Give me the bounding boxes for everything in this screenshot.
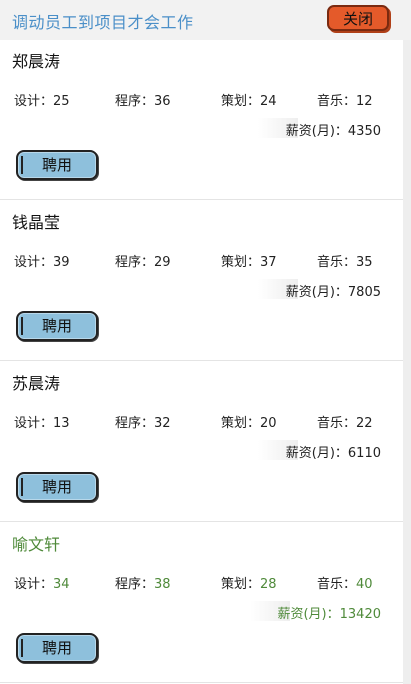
design-stat: 设计：13 (14, 416, 70, 431)
design-stat: 设计：39 (14, 255, 70, 270)
salary-text: 薪资(月)：13420 (277, 607, 381, 622)
salary-text: 薪资(月)：6110 (285, 446, 381, 461)
music-stat: 音乐：22 (317, 416, 373, 431)
hire-button[interactable]: 聘用 (16, 472, 98, 502)
salary-text: 薪资(月)：7805 (285, 285, 381, 300)
program-stat: 程序：36 (115, 94, 171, 109)
employee-card: 郑晨涛 设计：25 程序：36 策划：24 音乐：12 薪资(月)：4350 聘… (0, 40, 403, 200)
plan-stat: 策划：24 (221, 94, 277, 109)
employee-name: 喻文轩 (12, 535, 61, 554)
employee-list: 郑晨涛 设计：25 程序：36 策划：24 音乐：12 薪资(月)：4350 聘… (0, 40, 403, 684)
employee-card: 苏晨涛 设计：13 程序：32 策划：20 音乐：22 薪资(月)：6110 聘… (0, 362, 403, 522)
music-stat: 音乐：35 (317, 255, 373, 270)
salary-text: 薪资(月)：4350 (285, 124, 381, 139)
hire-button[interactable]: 聘用 (16, 633, 98, 663)
program-stat: 程序：32 (115, 416, 171, 431)
hire-button[interactable]: 聘用 (16, 311, 98, 341)
close-button[interactable]: 关闭 (327, 5, 389, 31)
program-stat: 程序：38 (115, 577, 171, 592)
plan-stat: 策划：37 (221, 255, 277, 270)
employee-name: 郑晨涛 (12, 52, 61, 71)
program-stat: 程序：29 (115, 255, 171, 270)
employee-name: 苏晨涛 (12, 374, 61, 393)
plan-stat: 策划：20 (221, 416, 277, 431)
plan-stat: 策划：28 (221, 577, 277, 592)
scrollbar[interactable] (403, 40, 411, 684)
music-stat: 音乐：40 (317, 577, 373, 592)
music-stat: 音乐：12 (317, 94, 373, 109)
employee-card: 喻文轩 设计：34 程序：38 策划：28 音乐：40 薪资(月)：13420 … (0, 523, 403, 683)
design-stat: 设计：34 (14, 577, 70, 592)
design-stat: 设计：25 (14, 94, 70, 109)
header-bar: 调动员工到项目才会工作 关闭 (0, 0, 411, 40)
hire-button[interactable]: 聘用 (16, 150, 98, 180)
page-title: 调动员工到项目才会工作 (12, 13, 194, 32)
employee-card: 钱晶莹 设计：39 程序：29 策划：37 音乐：35 薪资(月)：7805 聘… (0, 201, 403, 361)
employee-name: 钱晶莹 (12, 213, 61, 232)
